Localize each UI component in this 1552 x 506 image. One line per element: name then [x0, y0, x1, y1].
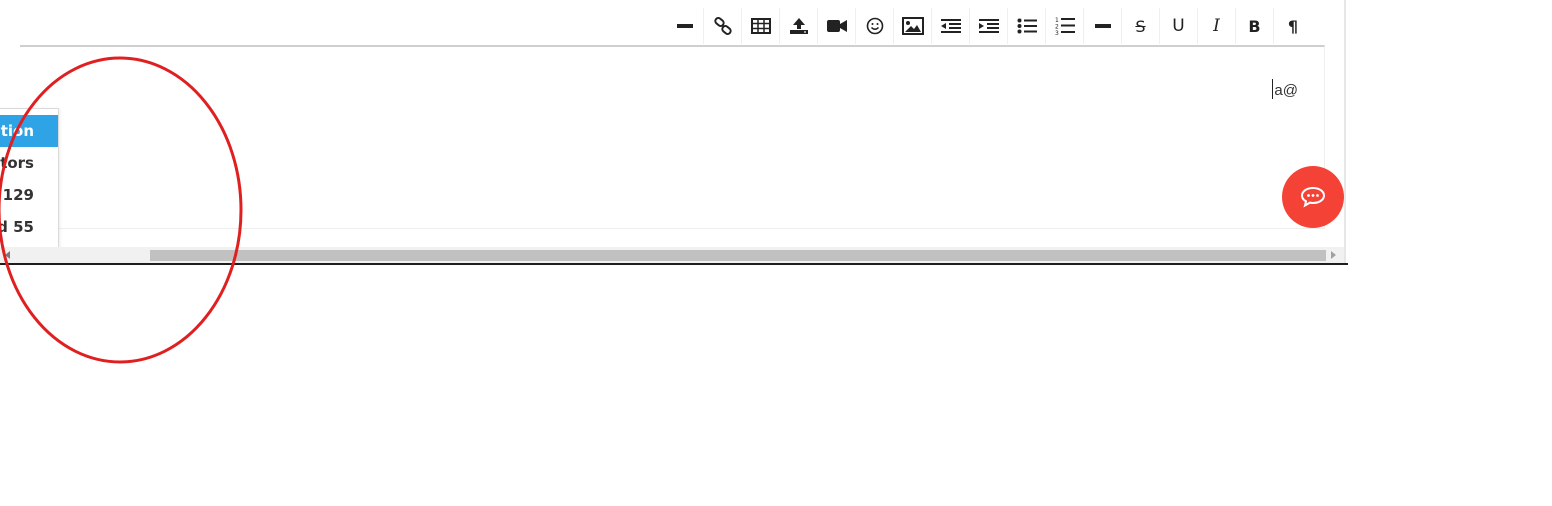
bold-label: B [1248, 16, 1261, 36]
outdent-button[interactable] [932, 8, 970, 44]
horizontal-rule-button[interactable] [666, 8, 704, 44]
indent-icon [978, 19, 999, 33]
video-camera-icon [826, 20, 847, 32]
scroll-left-arrow-icon[interactable] [5, 251, 10, 259]
chat-bubble-icon [1300, 186, 1326, 208]
editor-content-area[interactable]: a@ [20, 45, 1325, 229]
italic-button[interactable]: I [1198, 8, 1236, 44]
mention-item[interactable]: ud 55 [0, 211, 58, 243]
numbered-list-icon: 1 2 3 [1055, 17, 1075, 36]
mention-item-label: tion [0, 122, 34, 140]
table-icon [750, 18, 771, 34]
bullet-list-icon [1017, 18, 1037, 34]
editor-toolbar: 1 2 3 S U I B ¶ [666, 8, 1312, 44]
scroll-right-arrow-icon[interactable] [1331, 251, 1336, 259]
strikethrough-button[interactable]: S [1122, 8, 1160, 44]
bold-button[interactable]: B [1236, 8, 1274, 44]
mention-item[interactable]: r 129 [0, 179, 58, 211]
numbered-list-button[interactable]: 1 2 3 [1046, 8, 1084, 44]
emoji-button[interactable] [856, 8, 894, 44]
indent-button[interactable] [970, 8, 1008, 44]
link-button[interactable] [704, 8, 742, 44]
paragraph-label: ¶ [1287, 16, 1299, 36]
horizontal-rule-2-button[interactable] [1084, 8, 1122, 44]
horizontal-rule-icon [1094, 24, 1111, 28]
editor-text-value: a@ [1274, 82, 1298, 99]
mention-item-label: ud 55 [0, 218, 34, 236]
italic-label: I [1213, 16, 1220, 36]
smiley-icon [866, 17, 883, 35]
chat-button[interactable] [1282, 166, 1344, 228]
upload-icon [789, 18, 808, 34]
upload-button[interactable] [780, 8, 818, 44]
mention-item[interactable]: tors [0, 147, 58, 179]
video-button[interactable] [818, 8, 856, 44]
frame-bottom-border [0, 263, 1348, 265]
paragraph-button[interactable]: ¶ [1274, 8, 1312, 44]
strikethrough-label: S [1135, 16, 1146, 36]
scrollbar-thumb[interactable] [150, 250, 1326, 261]
horizontal-rule-icon [676, 24, 693, 28]
bullet-list-button[interactable] [1008, 8, 1046, 44]
mention-item[interactable]: tion [0, 115, 58, 147]
mention-item-label: r 129 [0, 186, 34, 204]
mention-item-label: tors [0, 154, 34, 172]
mention-dropdown: tion tors r 129 ud 55 [0, 108, 59, 248]
underline-button[interactable]: U [1160, 8, 1198, 44]
underline-label: U [1172, 16, 1185, 36]
link-icon [713, 17, 732, 35]
outdent-icon [940, 19, 961, 33]
horizontal-scrollbar[interactable] [0, 247, 1344, 263]
svg-text:3: 3 [1055, 30, 1059, 36]
editor-text[interactable]: a@ [1272, 79, 1298, 99]
table-button[interactable] [742, 8, 780, 44]
image-button[interactable] [894, 8, 932, 44]
image-icon [901, 17, 924, 35]
